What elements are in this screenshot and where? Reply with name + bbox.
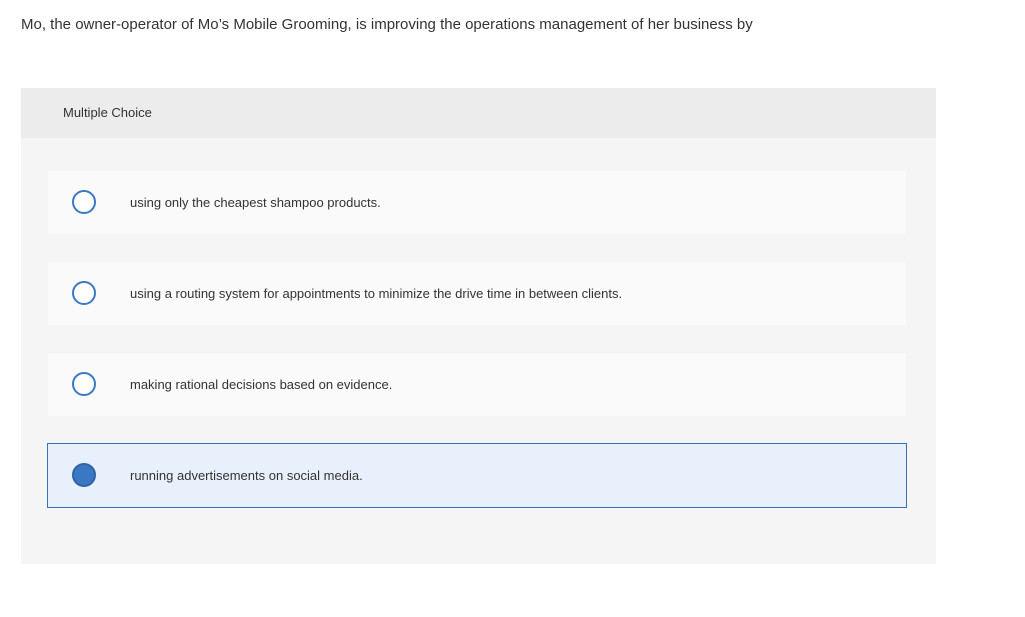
question-type-label: Multiple Choice <box>63 105 152 120</box>
question-text: Mo, the owner-operator of Mo’s Mobile Gr… <box>21 16 753 33</box>
radio-button-selected-icon[interactable] <box>72 463 96 487</box>
choice-option-4[interactable]: running advertisements on social media. <box>47 443 907 508</box>
radio-button-icon[interactable] <box>72 372 96 396</box>
choice-option-1[interactable]: using only the cheapest shampoo products… <box>47 170 907 235</box>
choice-label: using only the cheapest shampoo products… <box>130 195 381 210</box>
choice-option-3[interactable]: making rational decisions based on evide… <box>47 352 907 417</box>
radio-button-icon[interactable] <box>72 281 96 305</box>
choice-option-2[interactable]: using a routing system for appointments … <box>47 261 907 326</box>
choice-label: making rational decisions based on evide… <box>130 377 393 392</box>
radio-button-icon[interactable] <box>72 190 96 214</box>
choice-label: running advertisements on social media. <box>130 468 363 483</box>
choice-label: using a routing system for appointments … <box>130 286 623 301</box>
multiple-choice-panel: Multiple Choice using only the cheapest … <box>21 88 936 564</box>
panel-header: Multiple Choice <box>21 88 936 138</box>
